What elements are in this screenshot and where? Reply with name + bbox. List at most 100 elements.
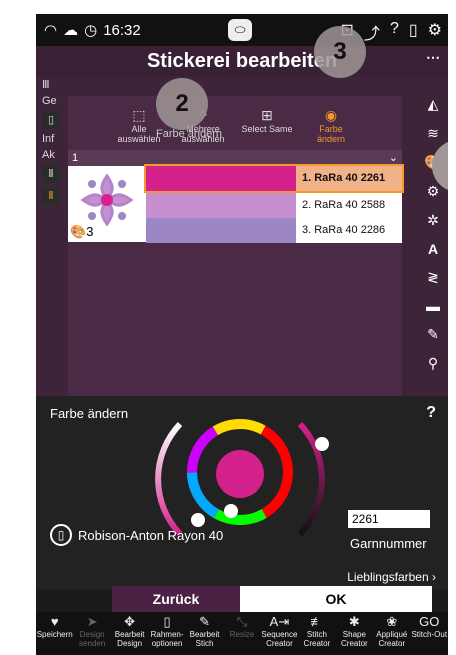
design-color-list: 🎨3 1. RaRa 40 2261 2. RaRa 40 2588 3. Ra… (68, 164, 404, 243)
bottom-bar-item[interactable]: ➤ Design senden (73, 612, 110, 655)
applique-icon: ❀ (386, 614, 398, 629)
bottom-bar-label: Shape Creator (341, 630, 368, 648)
thread-brand[interactable]: ▯ Robison-Anton Rayon 40 (50, 524, 223, 546)
thread-brand-label: Robison-Anton Rayon 40 (78, 527, 224, 543)
color-panel-help-icon[interactable]: ? (426, 404, 436, 422)
select-same-button[interactable]: ⊞ Select Same (240, 96, 294, 150)
edit-design-icon: ✥ (124, 614, 136, 629)
thread-spool-icon: ▯ (50, 524, 72, 546)
color-label: 2. RaRa 40 2588 (296, 193, 402, 218)
bottom-toolbar: ♥ Speichern ➤ Design senden ✥ Bearbeit Design… (36, 612, 448, 655)
bottom-bar-label: Sequence Creator (261, 630, 298, 648)
help-icon[interactable]: ? (390, 20, 399, 44)
hoop-tool-active-icon[interactable]: Ⅱ (42, 187, 60, 205)
color-row[interactable]: 2. RaRa 40 2588 (146, 193, 402, 218)
chevron-down-icon: ⌄ (388, 152, 398, 164)
more-menu-icon[interactable]: ⋯ (426, 42, 440, 72)
design-selector[interactable]: 1 ⌄ (68, 150, 402, 166)
bottom-bar-item[interactable]: ✎ Bearbeit Stich (186, 612, 223, 655)
bottom-bar-item[interactable]: ▯ Rahmen- optionen (148, 612, 185, 655)
zigzag-icon[interactable]: ≷ (427, 269, 439, 286)
color-count-value: 3 (86, 224, 94, 239)
bottom-bar-label: Rahmen- optionen (150, 630, 184, 648)
color-change-button[interactable]: ◉ Farbe ändern (304, 96, 358, 150)
hue-handle[interactable] (224, 504, 238, 518)
left-rail-label-1: Ge (42, 95, 57, 107)
bottom-bar-item[interactable]: ✥ Bearbeit Design (111, 612, 148, 655)
color-row[interactable]: 3. RaRa 40 2286 (146, 218, 402, 243)
hoop-view-icon[interactable]: ◭ (428, 96, 439, 113)
bottom-bar-item[interactable]: ♥ Speichern (36, 612, 73, 655)
color-row[interactable]: 1. RaRa 40 2261 (144, 164, 404, 193)
color-wheel[interactable] (140, 404, 340, 544)
bottom-bar-item[interactable]: GO Stitch-Out (411, 612, 448, 655)
main-area: Ⅲ Ge ▯ Inf Ak Ⅱ Ⅱ Farbe ändern ⬚ Alle au… (36, 26, 448, 396)
hoop-tool-icon[interactable]: Ⅱ (42, 165, 60, 183)
bottom-bar-item[interactable]: ≢ Stitch Creator (298, 612, 335, 655)
select-same-icon: ⊞ (261, 107, 273, 123)
bottom-bar-item[interactable]: ⤡ Resize (223, 612, 260, 655)
heart-icon: ♥ (50, 614, 59, 629)
thread-number-input[interactable] (348, 510, 430, 528)
share-icon[interactable]: ⤴ (364, 20, 380, 44)
wifi-icon: ◠ (44, 22, 58, 39)
color-panel-heading: Farbe ändern (50, 406, 129, 421)
cloud-icon: ☁ (63, 22, 79, 39)
device-screen: ◠ ☁ ◷ 16:32 ⬭ ⊡ ⤴ ? ▯ ⚙ Stickerei bearbe… (36, 14, 448, 655)
favorites-label: Lieblingsfarben (347, 570, 429, 584)
layers-icon[interactable]: ≋ (427, 125, 439, 142)
bottom-bar-label: Stitch-Out (411, 630, 448, 639)
dialog-actions: Zurück OK (112, 586, 432, 612)
selection-toolbar: ⬚ Alle auswählen ⁘ Mehrere auswählen ⊞ S… (68, 96, 402, 150)
color-swatch (146, 193, 296, 218)
brightness-handle[interactable] (315, 437, 329, 451)
design-selector-value: 1 (72, 152, 79, 164)
folder-icon[interactable]: ▬ (426, 298, 440, 314)
go-icon: GO (419, 614, 440, 629)
right-rail: ◭ ≋ 🎨 ⚙ ✲ A ≷ ▬ ✎ ⚲ (420, 96, 446, 396)
shape-icon: ✱ (348, 614, 360, 629)
bottom-bar-item[interactable]: ❀ Appliqué Creator (373, 612, 410, 655)
ok-button[interactable]: OK (240, 586, 432, 612)
left-rail-label-2: Inf (42, 133, 55, 145)
title-bar: Stickerei bearbeiten ⋯ (36, 46, 448, 76)
hoop-icon: ▯ (163, 614, 171, 629)
bottom-bar-label: Bearbeit Design (114, 630, 145, 648)
color-picker-panel: Farbe ändern ? ▯ Robison-Anton Rayon 40 … (36, 396, 448, 566)
text-icon[interactable]: A (428, 241, 438, 257)
color-change-icon: ◉ (324, 107, 338, 123)
search-icon[interactable]: ⚲ (428, 355, 438, 372)
left-rail-label-3: Ak (42, 149, 55, 161)
stitch-creator-icon: ≢ (310, 614, 324, 629)
sequence-icon: A⇥ (269, 614, 290, 629)
color-swatch (146, 166, 296, 191)
clock-time: 16:32 (103, 21, 141, 39)
page-icon[interactable]: ▯ (42, 111, 60, 129)
bottom-bar-item[interactable]: ✱ Shape Creator (336, 612, 373, 655)
saturation-arc[interactable] (155, 421, 183, 537)
book-icon[interactable]: ▯ (409, 20, 418, 44)
selected-color-preview (216, 450, 264, 498)
annotation-marker-3: 3 (314, 26, 366, 78)
gears-icon[interactable]: ✲ (427, 212, 439, 229)
chevron-right-icon: › (432, 570, 436, 584)
color-swatch (146, 218, 296, 243)
select-same-label: Select Same (241, 124, 293, 134)
settings-icon[interactable]: ⚙ (428, 20, 442, 44)
edit-pen-icon[interactable]: ✎ (427, 326, 439, 343)
color-label: 3. RaRa 40 2286 (296, 218, 402, 243)
color-count: 🎨3 (70, 224, 94, 239)
left-rail-menu-icon[interactable]: Ⅲ (42, 78, 64, 91)
machine-icon[interactable]: ⬭ (228, 19, 252, 41)
design-thumbnail[interactable]: 🎨3 (68, 166, 146, 242)
status-bar: ◠ ☁ ◷ 16:32 ⬭ ⊡ ⤴ ? ▯ ⚙ (36, 14, 448, 46)
back-button[interactable]: Zurück (112, 586, 240, 612)
bottom-bar-label: Design senden (79, 630, 106, 648)
embroidery-design-icon (80, 173, 134, 227)
resize-icon: ⤡ (236, 614, 248, 629)
select-all-label: Alle auswählen (117, 124, 161, 144)
color-change-label: Farbe ändern (316, 124, 346, 144)
gear-icon[interactable]: ⚙ (427, 183, 440, 200)
bottom-bar-item[interactable]: A⇥ Sequence Creator (261, 612, 298, 655)
bottom-bar-label: Appliqué Creator (376, 630, 408, 648)
